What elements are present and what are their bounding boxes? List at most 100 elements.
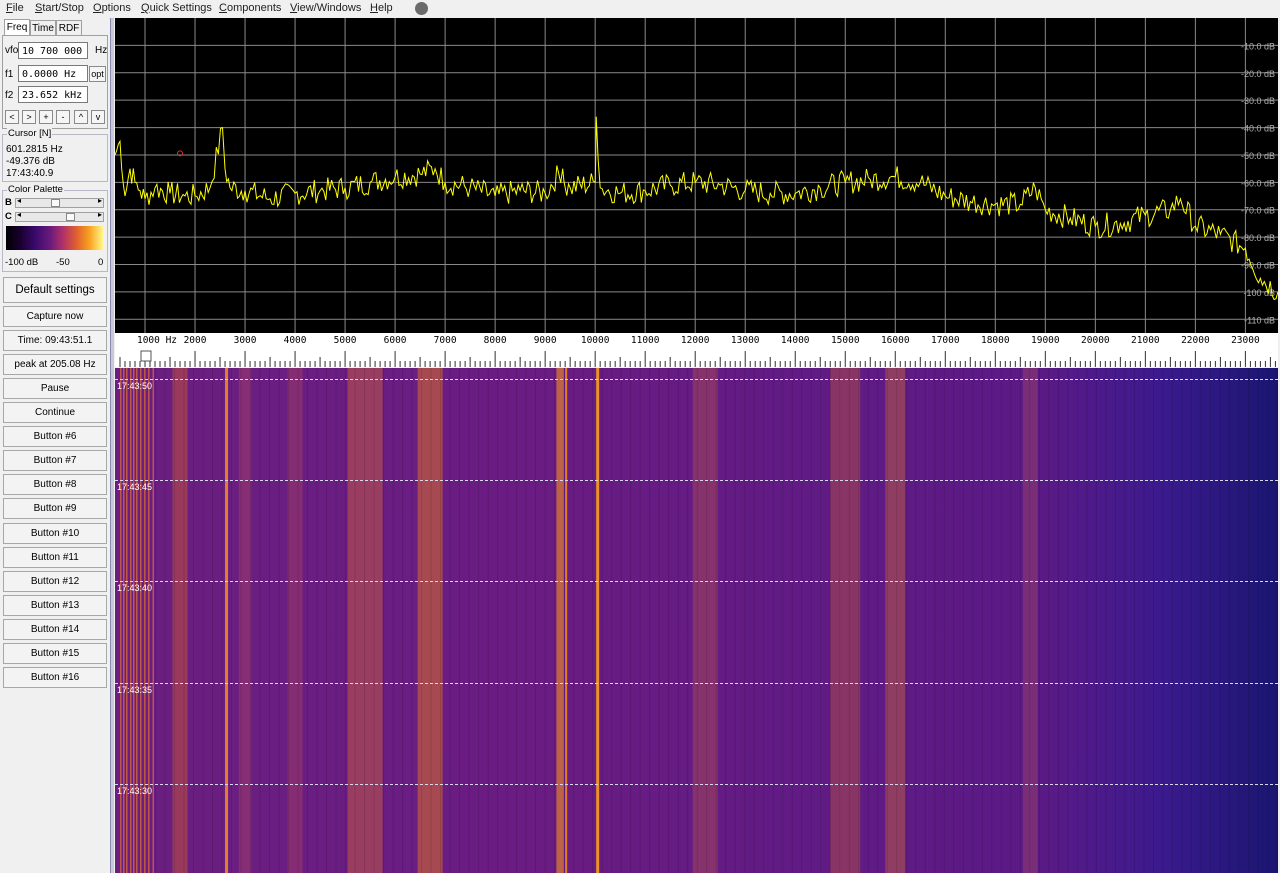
waterfall-line bbox=[123, 368, 125, 873]
waterfall-time-marker bbox=[115, 784, 1278, 785]
tab-freq[interactable]: Freq bbox=[4, 19, 30, 36]
menu-components[interactable]: Components bbox=[219, 2, 281, 14]
nav-left-button[interactable]: < bbox=[5, 110, 19, 124]
waterfall-streak bbox=[364, 368, 366, 873]
waterfall-streak bbox=[1095, 368, 1097, 873]
waterfall-streak bbox=[972, 368, 974, 873]
menu-start-stop[interactable]: Start/Stop bbox=[35, 2, 84, 14]
waterfall-streak bbox=[630, 368, 632, 873]
tab-time[interactable]: Time bbox=[30, 20, 56, 36]
continue-button[interactable]: Continue bbox=[3, 402, 107, 423]
waterfall-timestamp: 17:43:50 bbox=[117, 381, 153, 391]
zoom-out-button[interactable]: - bbox=[56, 110, 70, 124]
f1-opt-button[interactable]: opt bbox=[89, 66, 106, 82]
slider-right-arrow-icon[interactable]: ▸ bbox=[98, 196, 102, 205]
waterfall-line bbox=[152, 368, 155, 873]
waterfall-streak bbox=[772, 368, 774, 873]
f1-label: f1 bbox=[5, 69, 14, 80]
x-tick-label: 2000 bbox=[184, 335, 207, 346]
waterfall-display[interactable]: 17:43:50 17:43:45 17:43:40 17:43:35 17:4… bbox=[115, 368, 1278, 873]
waterfall-streak bbox=[991, 368, 993, 873]
menu-file[interactable]: File bbox=[6, 2, 24, 14]
waterfall-streak bbox=[1190, 368, 1192, 873]
x-tick-label: 19000 bbox=[1031, 335, 1060, 346]
waterfall-streak bbox=[1181, 368, 1183, 873]
button-15[interactable]: Button #15 bbox=[3, 643, 107, 664]
menu-view-windows[interactable]: View/Windows bbox=[290, 2, 361, 14]
menu-bar: File Start/Stop Options Quick Settings C… bbox=[0, 0, 1280, 18]
button-6[interactable]: Button #6 bbox=[3, 426, 107, 447]
waterfall-streak bbox=[668, 368, 670, 873]
default-settings-button[interactable]: Default settings bbox=[3, 277, 107, 303]
contrast-slider[interactable]: ◂ ▸ bbox=[15, 210, 104, 222]
time-display-button[interactable]: Time: 09:43:51.1 bbox=[3, 330, 107, 351]
waterfall-line bbox=[144, 368, 146, 873]
slider-left-arrow-icon[interactable]: ◂ bbox=[17, 210, 21, 219]
vfo-field[interactable]: 10 700 000 bbox=[18, 42, 88, 59]
waterfall-streak bbox=[155, 368, 157, 873]
waterfall-streak bbox=[392, 368, 394, 873]
waterfall-streak bbox=[563, 368, 565, 873]
waterfall-streak bbox=[1209, 368, 1211, 873]
button-12[interactable]: Button #12 bbox=[3, 571, 107, 592]
x-tick-label: 12000 bbox=[681, 335, 710, 346]
waterfall-streak bbox=[1266, 368, 1268, 873]
frequency-scale[interactable]: 1000 Hz 2000 3000 4000 5000 6000 7000 8000 9000 1… bbox=[115, 333, 1278, 367]
button-9[interactable]: Button #9 bbox=[3, 498, 107, 519]
button-8[interactable]: Button #8 bbox=[3, 474, 107, 495]
brightness-slider[interactable]: ◂ ▸ bbox=[15, 196, 104, 208]
button-16[interactable]: Button #16 bbox=[3, 667, 107, 688]
button-11[interactable]: Button #11 bbox=[3, 547, 107, 568]
spectrum-graph[interactable]: -10.0 dB -20.0 dB -30.0 dB -40.0 dB -50.0 dB… bbox=[115, 18, 1278, 333]
capture-now-button[interactable]: Capture now bbox=[3, 306, 107, 327]
waterfall-streak bbox=[620, 368, 622, 873]
y-tick-label: -40.0 dB bbox=[1241, 124, 1275, 134]
waterfall-streak bbox=[981, 368, 983, 873]
nav-right-button[interactable]: > bbox=[22, 110, 36, 124]
waterfall-streak bbox=[1247, 368, 1249, 873]
tab-rdf[interactable]: RDF bbox=[56, 20, 82, 36]
panel-splitter[interactable] bbox=[110, 18, 114, 873]
contrast-thumb[interactable] bbox=[66, 213, 75, 221]
zoom-in-button[interactable]: + bbox=[39, 110, 53, 124]
waterfall-streak bbox=[782, 368, 784, 873]
waterfall-streak bbox=[1124, 368, 1126, 873]
f2-field[interactable]: 23.652 kHz bbox=[18, 86, 88, 103]
waterfall-streak bbox=[839, 368, 841, 873]
waterfall-streak bbox=[601, 368, 603, 873]
shift-down-button[interactable]: v bbox=[91, 110, 105, 124]
menu-options[interactable]: Options bbox=[93, 2, 131, 14]
button-7[interactable]: Button #7 bbox=[3, 450, 107, 471]
waterfall-streak bbox=[326, 368, 328, 873]
x-tick-label: 10000 bbox=[581, 335, 610, 346]
waterfall-streak bbox=[250, 368, 252, 873]
waterfall-streak bbox=[478, 368, 480, 873]
slider-left-arrow-icon[interactable]: ◂ bbox=[17, 196, 21, 205]
waterfall-streak bbox=[829, 368, 831, 873]
pause-button[interactable]: Pause bbox=[3, 378, 107, 399]
waterfall-streak bbox=[468, 368, 470, 873]
shift-up-button[interactable]: ^ bbox=[74, 110, 88, 124]
waterfall-streak bbox=[278, 368, 280, 873]
f1-field[interactable]: 0.0000 Hz bbox=[18, 65, 88, 82]
waterfall-streak bbox=[421, 368, 423, 873]
x-tick-label: 23000 bbox=[1231, 335, 1260, 346]
color-gradient-bar bbox=[6, 226, 104, 250]
y-tick-label: -100 dB bbox=[1243, 288, 1275, 298]
waterfall-streak bbox=[1228, 368, 1230, 873]
x-tick-label: 15000 bbox=[831, 335, 860, 346]
slider-right-arrow-icon[interactable]: ▸ bbox=[98, 210, 102, 219]
waterfall-line bbox=[136, 368, 138, 873]
waterfall-streak bbox=[212, 368, 214, 873]
waterfall-streak bbox=[858, 368, 860, 873]
button-13[interactable]: Button #13 bbox=[3, 595, 107, 616]
peak-display-button[interactable]: peak at 205.08 Hz bbox=[3, 354, 107, 375]
button-14[interactable]: Button #14 bbox=[3, 619, 107, 640]
brightness-thumb[interactable] bbox=[51, 199, 60, 207]
menu-help[interactable]: Help bbox=[370, 2, 393, 14]
waterfall-streak bbox=[535, 368, 537, 873]
waterfall-streak bbox=[1152, 368, 1154, 873]
button-10[interactable]: Button #10 bbox=[3, 523, 107, 544]
menu-quick-settings[interactable]: Quick Settings bbox=[141, 2, 212, 14]
waterfall-streak bbox=[1029, 368, 1031, 873]
